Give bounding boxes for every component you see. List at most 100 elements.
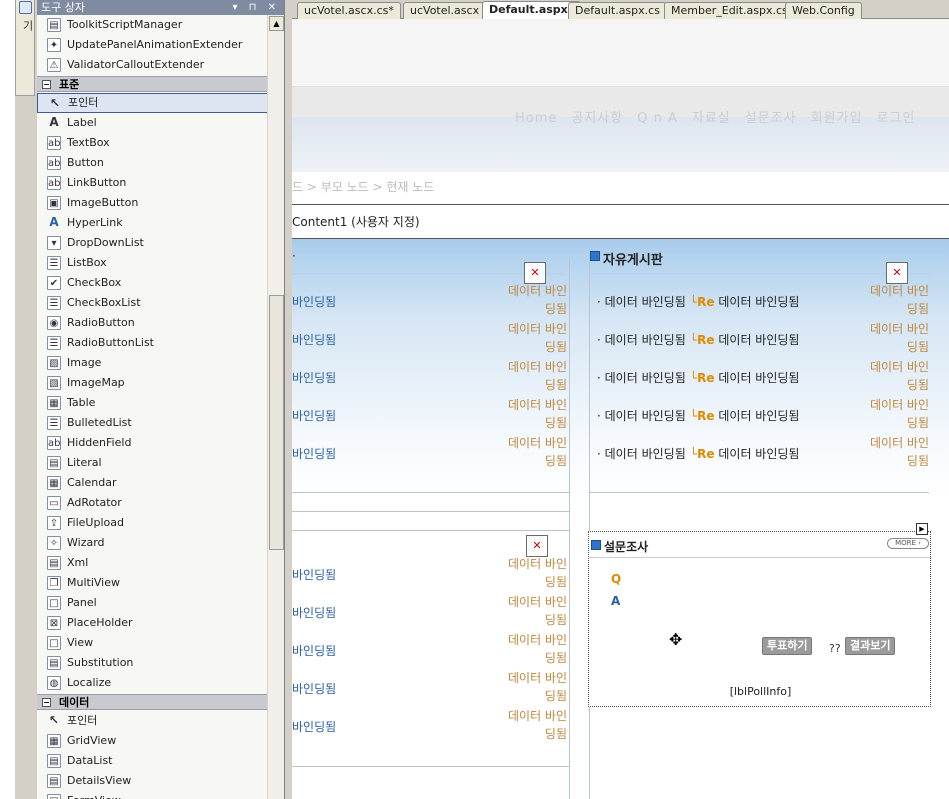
nav-link[interactable]: 로그인 [876, 111, 915, 126]
toolbox-item-checkboxlist[interactable]: ☰ CheckBoxList [37, 293, 267, 313]
toolbox-item-datalist[interactable]: ▤ DataList [37, 751, 267, 771]
list-item-link[interactable]: 바인딩됨 [292, 407, 336, 424]
toolbox-item-literal[interactable]: ▤ Literal [37, 453, 267, 473]
list-item-link[interactable]: 바인딩됨 [292, 293, 336, 310]
toolbox-item-포인터[interactable]: ↖ 포인터 [37, 93, 271, 113]
free-board-close-icon[interactable]: ✕ [886, 262, 908, 284]
toolbox-scrollbar[interactable]: ▲ [267, 15, 284, 799]
toolbox-item-checkbox[interactable]: ✔ CheckBox [37, 273, 267, 293]
toolbox-item-xml[interactable]: ▤ Xml [37, 553, 267, 573]
toolbox-item-updatepanelanimationextender[interactable]: ✦ UpdatePanelAnimationExtender [37, 35, 267, 55]
list-item-link[interactable]: 바인딩됨 [292, 680, 336, 697]
left-panel-close-icon[interactable]: ✕ [524, 262, 546, 284]
toolbox-item-label: FileUpload [67, 516, 124, 529]
toolbox-item-detailsview[interactable]: ▤ DetailsView [37, 771, 267, 791]
placeholder-icon: ⊠ [47, 616, 61, 630]
solution-explorer-tab[interactable]: 솔루션 탐색기 [15, 0, 50, 96]
list-item-meta: 데이터 바인딩됨 [507, 398, 567, 430]
toolbox-item-label: Table [67, 396, 96, 409]
bullet-icon: · [597, 409, 605, 423]
toolbox-item-포인터[interactable]: ↖ 포인터 [37, 711, 267, 731]
ide-window: 솔루션 탐색기 도구 상자 ▾ ⊓ ✕ ▤ ToolkitScriptManage… [0, 0, 949, 799]
toolbox-item-label: TextBox [67, 136, 110, 149]
toolbox-item-multiview[interactable]: ❐ MultiView [37, 573, 267, 593]
toolbox-title: 도구 상자 [41, 1, 85, 14]
nav-link[interactable]: 설문조사 [745, 111, 797, 126]
toolbox-item-hyperlink[interactable]: A HyperLink [37, 213, 267, 233]
textbox-icon: ab [47, 136, 61, 150]
nav-link[interactable]: 회원가입 [811, 111, 863, 126]
toolbox-window-controls[interactable]: ▾ ⊓ ✕ [232, 0, 280, 15]
splitter[interactable] [285, 0, 292, 799]
localize-icon: ◍ [47, 676, 61, 690]
collapse-icon[interactable]: − [42, 80, 51, 89]
list-item-link[interactable]: 바인딩됨 [292, 604, 336, 621]
tab-document[interactable]: ucVotel.ascx [403, 2, 487, 19]
toolbox-item-textbox[interactable]: ab TextBox [37, 133, 267, 153]
collapse-icon[interactable]: − [42, 698, 51, 707]
toolbox-item-imagemap[interactable]: ▧ ImageMap [37, 373, 267, 393]
toolbox-item-label[interactable]: A Label [37, 113, 267, 133]
toolbox-item-radiobutton[interactable]: ◉ RadioButton [37, 313, 267, 333]
poll-more-button[interactable]: MORE › [887, 538, 929, 549]
list-item[interactable]: · 데이터 바인딩됨 └Re 데이터 바인딩됨 [597, 293, 799, 310]
scrollbar-thumb[interactable] [269, 295, 284, 550]
list-item-link[interactable]: 바인딩됨 [292, 331, 336, 348]
move-cursor-icon[interactable]: ✥ [669, 630, 682, 649]
tab-document[interactable]: Default.aspx.cs [568, 2, 667, 19]
toolbox-item-formview[interactable]: ▤ FormView [37, 791, 267, 799]
list-item[interactable]: · 데이터 바인딩됨 └Re 데이터 바인딩됨 [597, 369, 799, 386]
toolbox-group-standard[interactable]: − 표준 [37, 76, 267, 92]
toolbox-item-bulletedlist[interactable]: ☰ BulletedList [37, 413, 267, 433]
list-item[interactable]: · 데이터 바인딩됨 └Re 데이터 바인딩됨 [597, 445, 799, 462]
tab-document[interactable]: Member_Edit.aspx.cs [664, 2, 795, 19]
toolbox-item-localize[interactable]: ◍ Localize [37, 673, 267, 693]
vote-button[interactable]: 투표하기 [762, 637, 813, 655]
tab-document[interactable]: Web.Config [785, 2, 862, 19]
toolbox-item-view[interactable]: □ View [37, 633, 267, 653]
toolbox-item-substitution[interactable]: ▤ Substitution [37, 653, 267, 673]
nav-link[interactable]: Q n A [637, 111, 678, 126]
left-panel2-titlebar [292, 530, 569, 531]
nav-link[interactable]: Home [515, 111, 557, 126]
toolbox-item-panel[interactable]: □ Panel [37, 593, 267, 613]
list-item-link[interactable]: 바인딩됨 [292, 642, 336, 659]
toolbox-item-adrotator[interactable]: ▭ AdRotator [37, 493, 267, 513]
toolbox-item-fileupload[interactable]: ⇪ FileUpload [37, 513, 267, 533]
scroll-up-arrow-icon[interactable]: ▲ [269, 16, 284, 31]
left-panel2-close-icon[interactable]: ✕ [526, 535, 548, 557]
list-item-link[interactable]: 바인딩됨 [292, 369, 336, 386]
poll-control[interactable]: ▶ 설문조사 MORE › Q A ✥ 투표하기 ?? 결과보기 [lblPol… [588, 523, 932, 707]
nav-link[interactable]: 공지사항 [571, 111, 623, 126]
toolbox-item-wizard[interactable]: ✧ Wizard [37, 533, 267, 553]
toolbox-item-placeholder[interactable]: ⊠ PlaceHolder [37, 613, 267, 633]
toolbox-item-image[interactable]: ▨ Image [37, 353, 267, 373]
toolbox-item-linkbutton[interactable]: ab LinkButton [37, 173, 267, 193]
nav-link[interactable]: 자료실 [692, 111, 731, 126]
toolbox-item-label: HyperLink [67, 216, 123, 229]
toolbox-item-gridview[interactable]: ▦ GridView [37, 731, 267, 751]
toolbox-item-listbox[interactable]: ☰ ListBox [37, 253, 267, 273]
toolbox-item-radiobuttonlist[interactable]: ☰ RadioButtonList [37, 333, 267, 353]
toolbox-item-calendar[interactable]: ▦ Calendar [37, 473, 267, 493]
list-item-link[interactable]: 바인딩됨 [292, 718, 336, 735]
warning-callout-icon: ⚠ [47, 58, 61, 72]
toolbox-item-validatorcalloutextender[interactable]: ⚠ ValidatorCalloutExtender [37, 55, 267, 75]
list-item-link[interactable]: 바인딩됨 [292, 566, 336, 583]
list-item-meta: 데이터 바인딩됨 [507, 322, 567, 354]
tab-document[interactable]: ucVotel.ascx.cs* [297, 2, 401, 19]
toolbox-item-hiddenfield[interactable]: ab HiddenField [37, 433, 267, 453]
toolbox-item-imagebutton[interactable]: ▣ ImageButton [37, 193, 267, 213]
hyperlink-icon: A [49, 215, 59, 229]
list-item[interactable]: · 데이터 바인딩됨 └Re 데이터 바인딩됨 [597, 331, 799, 348]
toolbox-item-table[interactable]: ▦ Table [37, 393, 267, 413]
list-item-link[interactable]: 바인딩됨 [292, 445, 336, 462]
list-item[interactable]: · 데이터 바인딩됨 └Re 데이터 바인딩됨 [597, 407, 799, 424]
toolbox-group-data[interactable]: − 데이터 [37, 694, 267, 710]
result-button[interactable]: 결과보기 [845, 637, 896, 655]
toolbox-item-button[interactable]: ab Button [37, 153, 267, 173]
tab-document[interactable]: Default.aspx* [482, 1, 581, 19]
toolbox-item-dropdownlist[interactable]: ▾ DropDownList [37, 233, 267, 253]
toolbox-item-toolkitscriptmanager[interactable]: ▤ ToolkitScriptManager [37, 15, 267, 35]
toolbox-item-label: AdRotator [67, 496, 122, 509]
